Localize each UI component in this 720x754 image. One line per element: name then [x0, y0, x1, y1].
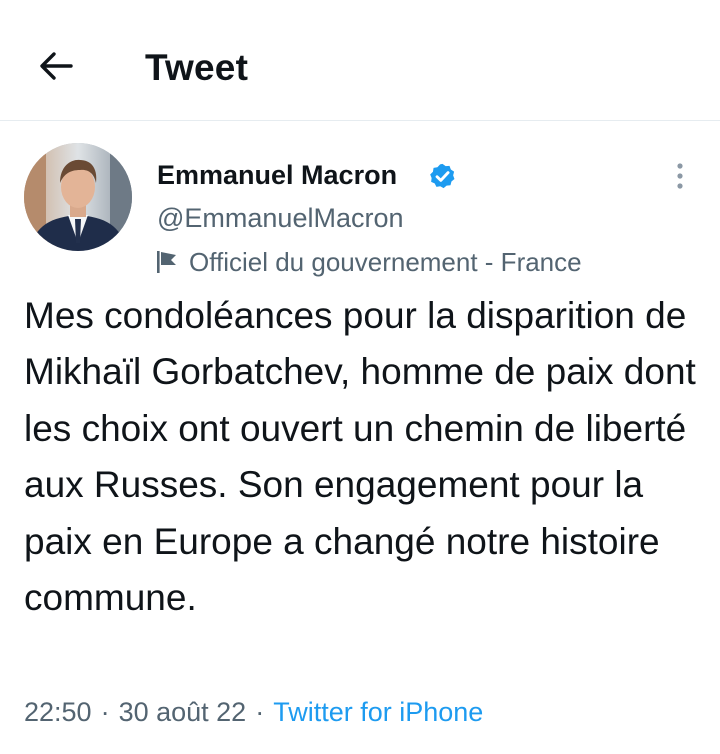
more-vertical-icon: [677, 163, 683, 189]
top-bar: Tweet: [0, 0, 720, 121]
avatar[interactable]: [24, 143, 132, 251]
tweet-time[interactable]: 22:50: [24, 697, 92, 727]
author-handle[interactable]: @EmmanuelMacron: [157, 198, 404, 238]
more-options-button[interactable]: [664, 156, 696, 196]
verified-badge-icon: [430, 163, 455, 189]
tweet-text: Mes condoléances pour la disparition de …: [24, 295, 696, 619]
page-title: Tweet: [145, 47, 249, 88]
arrow-left-icon: [40, 52, 73, 80]
meta-separator: ·: [255, 697, 265, 727]
avatar-image: [24, 143, 132, 251]
flag-icon: [157, 251, 176, 273]
government-label-text: Officiel du gouvernement - France: [189, 247, 582, 277]
tweet-metadata: 22:50 · 30 août 22 · Twitter for iPhone: [24, 692, 483, 732]
back-button[interactable]: [32, 44, 80, 88]
government-label[interactable]: Officiel du gouvernement - France: [154, 242, 582, 282]
author-display-name[interactable]: Emmanuel Macron: [157, 155, 397, 195]
meta-separator: ·: [100, 697, 110, 727]
tweet-source-link[interactable]: Twitter for iPhone: [273, 697, 483, 727]
tweet-date[interactable]: 30 août 22: [119, 697, 247, 727]
